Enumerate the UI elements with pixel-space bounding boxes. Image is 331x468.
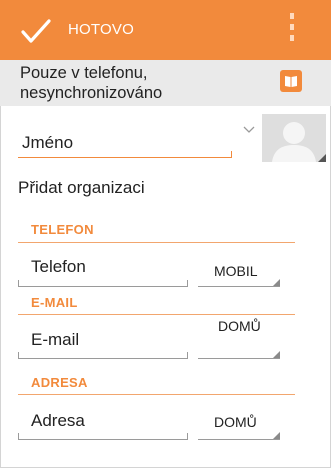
add-organization-button[interactable]: Přidat organizaci bbox=[18, 178, 145, 198]
email-input[interactable]: E-mail bbox=[31, 330, 79, 350]
action-bar: HOTOVO bbox=[0, 0, 331, 60]
book-icon bbox=[280, 70, 302, 92]
phone-section-rule bbox=[18, 242, 295, 243]
name-underline bbox=[18, 157, 232, 158]
email-section-title: E-MAIL bbox=[31, 295, 78, 310]
phone-underline-tick-left bbox=[18, 280, 19, 286]
address-underline-tick-right bbox=[187, 433, 188, 439]
phone-type-dropdown-icon[interactable] bbox=[273, 279, 280, 286]
account-row[interactable]: Pouze v telefonu, nesynchronizováno bbox=[0, 60, 331, 106]
email-underline bbox=[18, 358, 188, 359]
email-underline-tick-left bbox=[18, 352, 19, 358]
chevron-down-icon[interactable] bbox=[243, 126, 255, 134]
account-label: Pouze v telefonu, nesynchronizováno bbox=[20, 64, 163, 102]
email-section-rule bbox=[18, 314, 295, 315]
address-type-dropdown-icon[interactable] bbox=[273, 432, 280, 439]
phone-type-select[interactable]: MOBIL bbox=[214, 263, 258, 279]
contact-photo[interactable] bbox=[262, 114, 326, 162]
phone-underline-tick-right bbox=[187, 280, 188, 286]
address-underline bbox=[18, 439, 188, 440]
address-underline-tick-left bbox=[18, 433, 19, 439]
phone-section-title: TELEFON bbox=[31, 222, 94, 237]
email-underline-tick-right bbox=[187, 352, 188, 358]
check-icon[interactable] bbox=[20, 17, 52, 45]
address-type-underline bbox=[198, 439, 280, 440]
name-underline-tick bbox=[231, 151, 232, 158]
done-button[interactable]: HOTOVO bbox=[68, 21, 134, 38]
email-type-dropdown-icon[interactable] bbox=[273, 351, 280, 358]
address-section-rule bbox=[18, 394, 295, 395]
address-section-title: ADRESA bbox=[31, 375, 88, 390]
overflow-menu-icon[interactable] bbox=[287, 13, 297, 47]
avatar-corner-indicator bbox=[318, 154, 326, 162]
address-input[interactable]: Adresa bbox=[31, 411, 85, 431]
phone-underline bbox=[18, 286, 188, 287]
name-input[interactable]: Jméno bbox=[22, 133, 73, 153]
email-type-underline bbox=[198, 358, 280, 359]
phone-type-underline bbox=[198, 286, 280, 287]
avatar-placeholder-icon bbox=[272, 122, 316, 162]
phone-input[interactable]: Telefon bbox=[31, 257, 86, 277]
email-type-select[interactable]: DOMŮ bbox=[218, 318, 261, 334]
address-type-select[interactable]: DOMŮ bbox=[214, 414, 257, 430]
